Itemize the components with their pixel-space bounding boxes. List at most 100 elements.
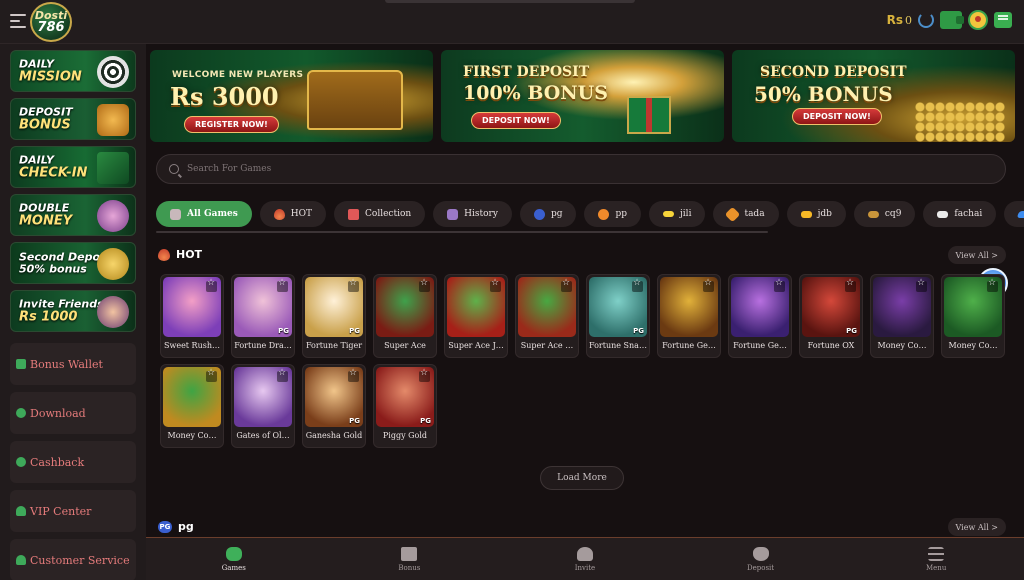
deposit-button[interactable]: DEPOSIT NOW!	[792, 108, 882, 125]
sidebar-item-cashback[interactable]: Cashback	[10, 441, 136, 483]
tab-jili[interactable]: jili	[649, 201, 706, 227]
game-thumbnail[interactable]: PG	[305, 367, 363, 427]
cloud-download-icon	[16, 408, 26, 418]
favorite-star-icon[interactable]	[703, 278, 714, 292]
favorite-star-icon[interactable]	[206, 368, 217, 382]
hamburger-icon[interactable]	[10, 14, 26, 28]
chat-icon[interactable]	[994, 12, 1012, 28]
favorite-star-icon[interactable]	[277, 368, 288, 382]
favorite-star-icon[interactable]	[348, 368, 359, 382]
sidebar-item-customer-service[interactable]: Customer Service	[10, 539, 136, 580]
game-thumbnail[interactable]	[376, 277, 434, 337]
game-thumbnail[interactable]	[873, 277, 931, 337]
favorite-star-icon[interactable]	[987, 278, 998, 292]
favorite-star-icon[interactable]	[916, 278, 927, 292]
favorite-star-icon[interactable]	[419, 368, 430, 382]
tab-pp[interactable]: pp	[584, 201, 642, 227]
tab-hot[interactable]: HOT	[259, 201, 327, 227]
sidebar-item-vip-center[interactable]: VIP Center	[10, 490, 136, 532]
game-card[interactable]: Sweet Rush…	[160, 274, 224, 358]
avatar[interactable]	[968, 10, 988, 30]
tab-jdb[interactable]: jdb	[786, 201, 846, 227]
promo-invite-friends[interactable]: Invite Friends Rs 1000	[10, 290, 136, 332]
game-card[interactable]: PG Ganesha Gold	[302, 364, 366, 448]
game-card[interactable]: Money Co…	[941, 274, 1005, 358]
game-card[interactable]: Super Ace …	[515, 274, 579, 358]
game-thumbnail[interactable]	[518, 277, 576, 337]
tab-tada[interactable]: tada	[713, 201, 779, 227]
favorite-star-icon[interactable]	[845, 278, 856, 292]
nav-bonus[interactable]: Bonus	[322, 538, 498, 580]
sidebar-item-download[interactable]: Download	[10, 392, 136, 434]
promo-daily-mission[interactable]: DAILY MISSION	[10, 50, 136, 92]
brand-logo[interactable]: Dosti 786	[30, 2, 72, 42]
tab-pg[interactable]: pg	[519, 201, 577, 227]
tab-all-games[interactable]: All Games	[156, 201, 252, 227]
view-all-hot-button[interactable]: View All >	[947, 246, 1006, 264]
game-card[interactable]: PG Fortune OX	[799, 274, 863, 358]
game-thumbnail[interactable]	[731, 277, 789, 337]
game-thumbnail[interactable]: PG	[305, 277, 363, 337]
tab-cq9[interactable]: cq9	[853, 201, 916, 227]
register-button[interactable]: REGISTER NOW!	[184, 116, 279, 133]
search-input[interactable]	[187, 164, 967, 174]
game-card[interactable]: PG Fortune Snake	[586, 274, 650, 358]
tab-fachai[interactable]: fachai	[923, 201, 997, 227]
game-thumbnail[interactable]: PG	[589, 277, 647, 337]
game-thumbnail[interactable]: PG	[802, 277, 860, 337]
tab-label: tada	[744, 209, 765, 219]
banner-welcome[interactable]: WELCOME NEW PLAYERS Rs 3000 REGISTER NOW…	[150, 50, 433, 142]
promo-deposit-bonus[interactable]: DEPOSIT BONUS	[10, 98, 136, 140]
banner-first-deposit[interactable]: FIRST DEPOSIT 100% BONUS DEPOSIT NOW!	[441, 50, 724, 142]
sidebar-item-bonus-wallet[interactable]: Bonus Wallet	[10, 343, 136, 385]
deposit-button[interactable]: DEPOSIT NOW!	[471, 112, 561, 129]
view-all-pg-button[interactable]: View All >	[947, 518, 1006, 536]
game-card[interactable]: Money Co…	[160, 364, 224, 448]
favorite-star-icon[interactable]	[419, 278, 430, 292]
game-thumbnail[interactable]	[660, 277, 718, 337]
game-card[interactable]: PG Piggy Gold	[373, 364, 437, 448]
game-thumbnail[interactable]: PG	[234, 277, 292, 337]
banner-second-deposit[interactable]: SECOND DEPOSIT 50% BONUS DEPOSIT NOW!	[732, 50, 1015, 142]
game-card[interactable]: PG Fortune Dra…	[231, 274, 295, 358]
game-name: Super Ace …	[520, 341, 574, 350]
game-card[interactable]: Fortune Ge…	[728, 274, 792, 358]
favorite-star-icon[interactable]	[774, 278, 785, 292]
game-thumbnail[interactable]	[447, 277, 505, 337]
sidebar-item-label: Customer Service	[30, 553, 130, 567]
game-thumbnail[interactable]	[234, 367, 292, 427]
favorite-star-icon[interactable]	[490, 278, 501, 292]
tab-evo[interactable]: evo	[1004, 201, 1024, 227]
favorite-star-icon[interactable]	[206, 278, 217, 292]
game-card[interactable]: Money Co…	[870, 274, 934, 358]
tab-collection[interactable]: Collection	[334, 201, 426, 227]
game-thumbnail[interactable]	[944, 277, 1002, 337]
promo-line2: CHECK-IN	[19, 164, 88, 180]
search-bar[interactable]	[156, 154, 1006, 184]
promo-daily-checkin[interactable]: DAILY CHECK-IN	[10, 146, 136, 188]
favorite-star-icon[interactable]	[561, 278, 572, 292]
promo-second-deposit[interactable]: Second Deposit 50% bonus	[10, 242, 136, 284]
refresh-icon[interactable]	[918, 12, 934, 28]
game-thumbnail[interactable]	[163, 367, 221, 427]
bottom-nav: Games Bonus Invite Deposit Menu	[146, 537, 1024, 580]
game-card[interactable]: Super Ace J…	[444, 274, 508, 358]
nav-deposit[interactable]: Deposit	[673, 538, 849, 580]
favorite-star-icon[interactable]	[348, 278, 359, 292]
tab-history[interactable]: History	[433, 201, 512, 227]
wallet-icon[interactable]	[940, 11, 964, 29]
nav-invite[interactable]: Invite	[497, 538, 673, 580]
tabs-scrollbar[interactable]	[156, 231, 768, 233]
nav-games[interactable]: Games	[146, 538, 322, 580]
favorite-star-icon[interactable]	[632, 278, 643, 292]
load-more-button[interactable]: Load More	[540, 466, 624, 490]
game-card[interactable]: Gates of Ol…	[231, 364, 295, 448]
game-card[interactable]: Super Ace	[373, 274, 437, 358]
game-card[interactable]: PG Fortune Tiger	[302, 274, 366, 358]
nav-menu[interactable]: Menu	[848, 538, 1024, 580]
promo-double-money[interactable]: DOUBLE MONEY	[10, 194, 136, 236]
game-thumbnail[interactable]: PG	[376, 367, 434, 427]
game-thumbnail[interactable]	[163, 277, 221, 337]
favorite-star-icon[interactable]	[277, 278, 288, 292]
game-card[interactable]: Fortune Ge…	[657, 274, 721, 358]
